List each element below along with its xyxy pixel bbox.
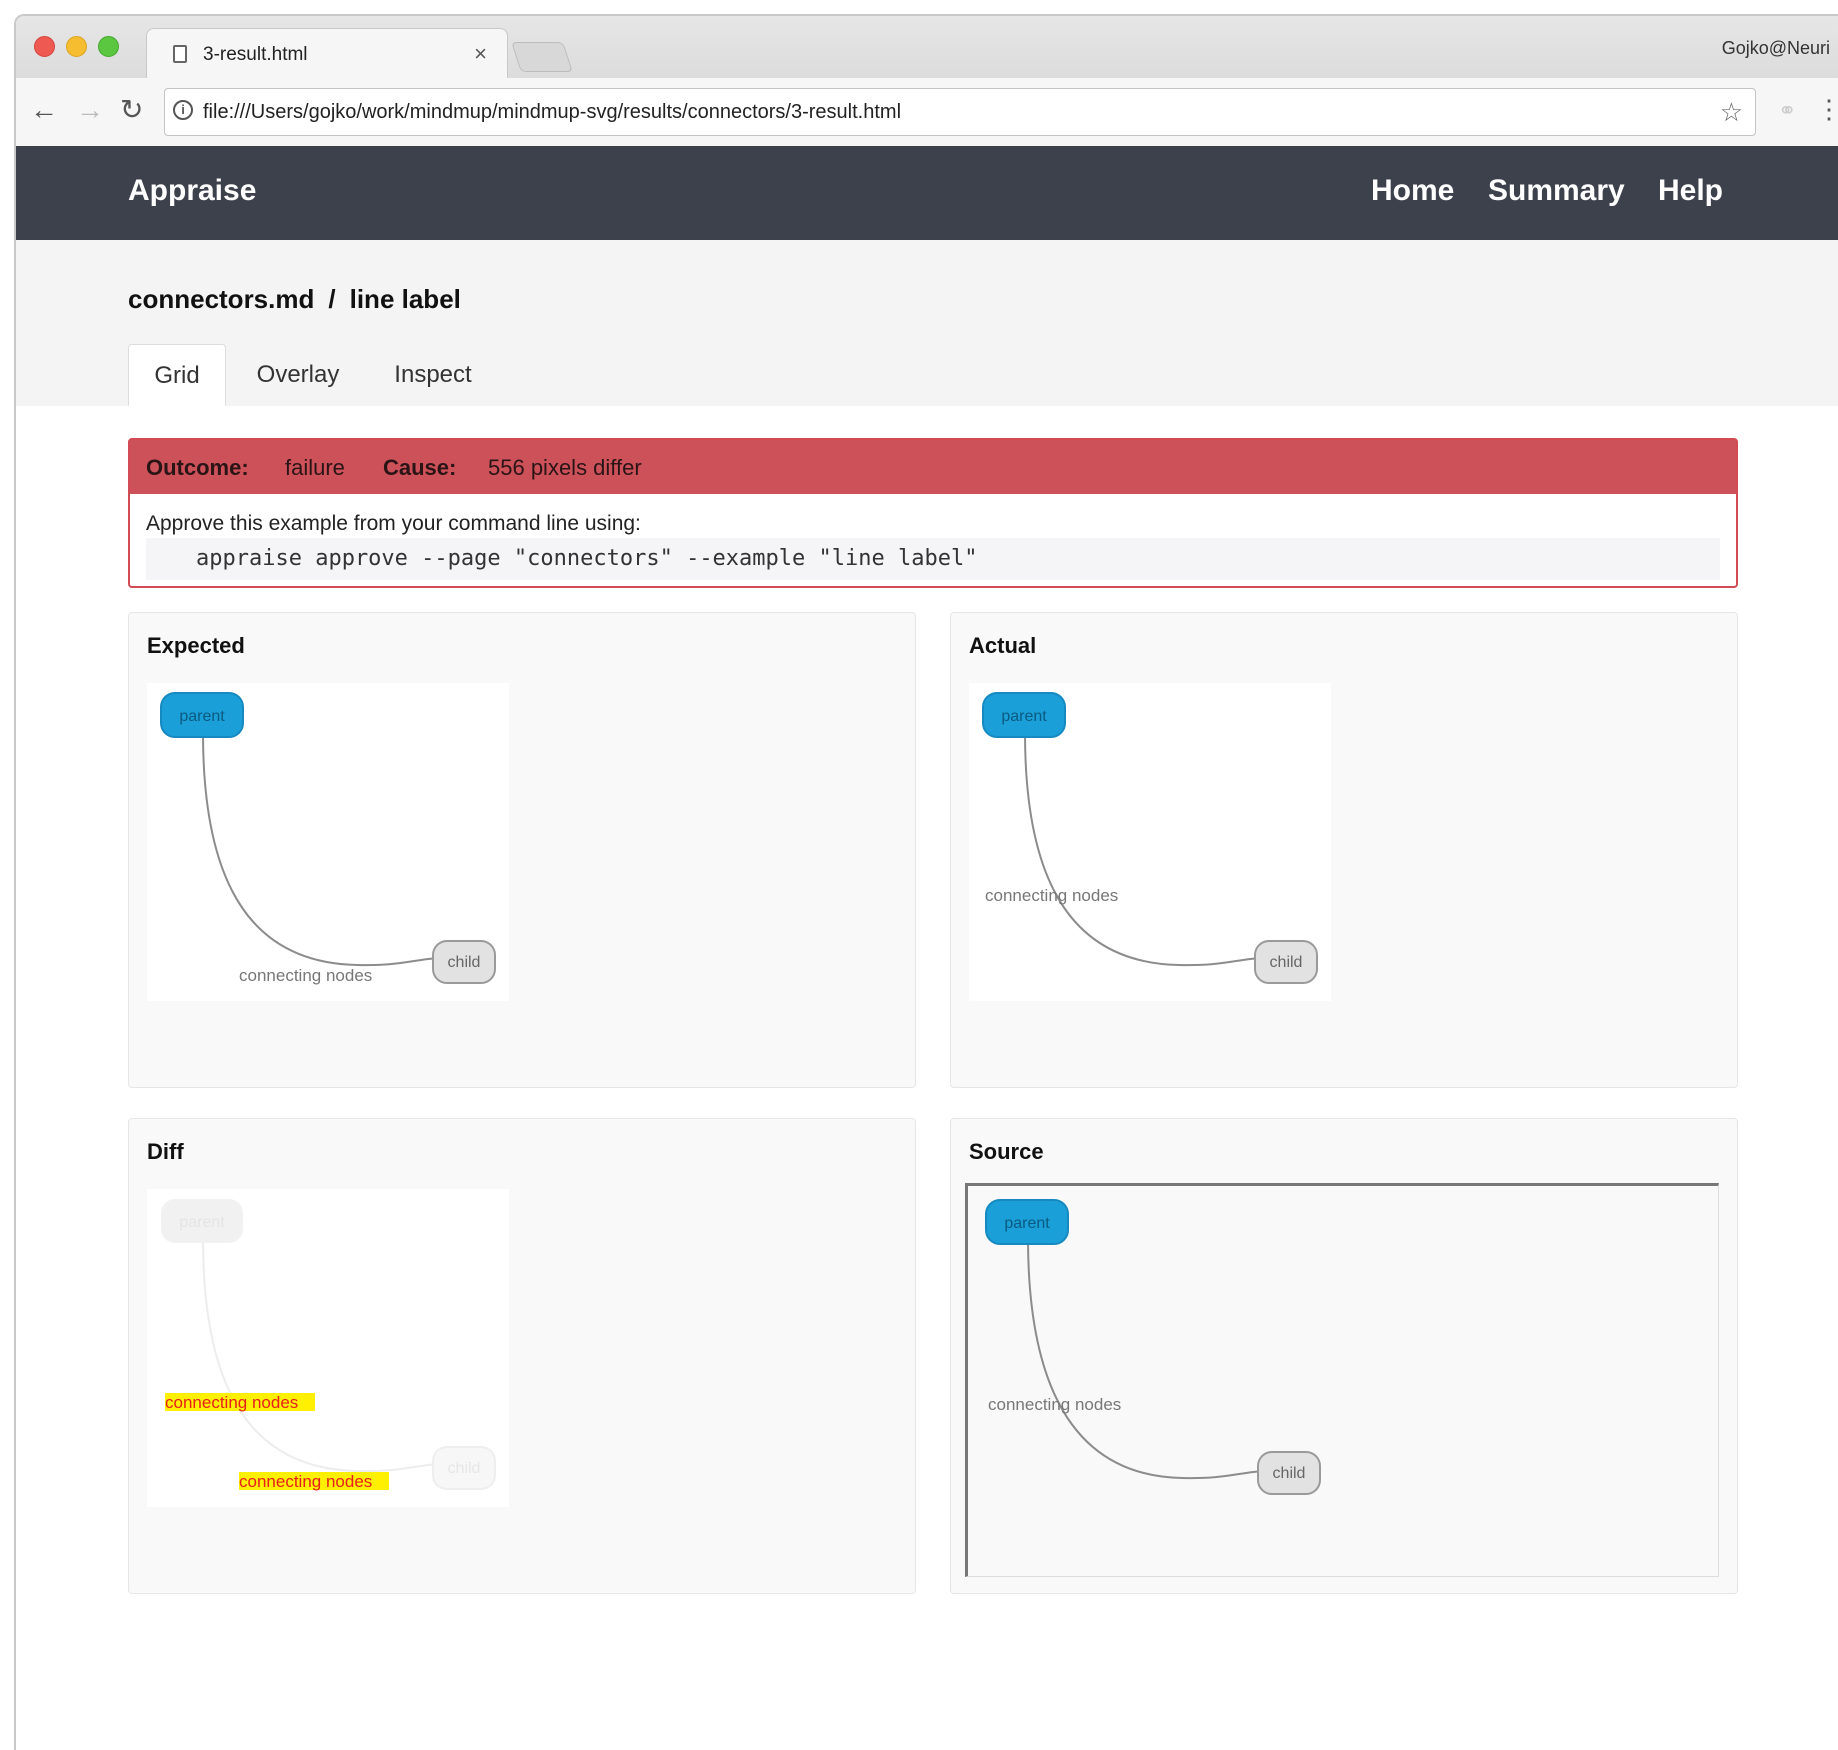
outcome-alert: Outcome: failure Cause: 556 pixels diffe… [128, 438, 1738, 588]
expected-mindmap: parent child connecting nodes [160, 692, 496, 985]
nav-summary-link[interactable]: Summary [1488, 174, 1625, 208]
browser-tab-title: 3-result.html [203, 44, 308, 65]
breadcrumb: connectors.md / line label [128, 284, 461, 315]
diff-panel: Diff parent child connecting nodes conne… [128, 1118, 916, 1594]
breadcrumb-example: line label [349, 284, 461, 314]
expected-panel: Expected parent child connecting nodes [128, 612, 916, 1088]
connector-line [202, 1238, 438, 1473]
file-icon [173, 45, 187, 63]
address-bar[interactable]: i file:///Users/gojko/work/mindmup/mindm… [164, 88, 1756, 136]
diff-title: Diff [147, 1139, 184, 1164]
tab-overlay[interactable]: Overlay [238, 344, 358, 406]
new-tab-button[interactable] [511, 42, 573, 72]
zoom-window-button[interactable] [98, 36, 119, 57]
actual-title: Actual [969, 633, 1037, 658]
forward-arrow-icon[interactable]: → [76, 96, 104, 124]
nav-help-link[interactable]: Help [1658, 174, 1723, 208]
close-tab-icon[interactable]: × [474, 41, 487, 67]
diff-image: parent child connecting nodes connecting… [147, 1189, 509, 1507]
star-icon[interactable]: ☆ [1720, 97, 1743, 128]
minimize-window-button[interactable] [66, 36, 87, 57]
tab-grid[interactable]: Grid [128, 344, 226, 406]
diff-label-expected: connecting nodes [239, 1472, 372, 1491]
tab-inspect[interactable]: Inspect [368, 344, 498, 406]
nav-home-link[interactable]: Home [1371, 174, 1454, 208]
connector-line [202, 732, 438, 967]
diff-mindmap: parent child connecting nodes connecting… [161, 1199, 496, 1491]
child-node-label: child [448, 1460, 481, 1477]
connector-line [1027, 1237, 1263, 1480]
expected-image: parent child connecting nodes [147, 683, 509, 1001]
outcome-label: Outcome: [146, 455, 249, 480]
browser-titlebar: 3-result.html × Gojko@Neuri [16, 16, 1838, 81]
child-node-label: child [1270, 954, 1303, 971]
brand-logo[interactable]: Appraise [128, 174, 256, 208]
info-icon[interactable]: i [173, 100, 193, 120]
expected-title: Expected [147, 633, 245, 658]
actual-panel: Actual parent child connecting nodes [950, 612, 1738, 1088]
page-header: connectors.md / line label Grid Overlay In… [16, 240, 1838, 407]
back-arrow-icon[interactable]: ← [30, 96, 58, 124]
cause-value: 556 pixels differ [488, 455, 642, 480]
source-title: Source [969, 1139, 1044, 1164]
extension-icon[interactable]: ⚭ [1778, 98, 1796, 124]
cause-label: Cause: [383, 455, 457, 480]
child-node-label: child [448, 954, 481, 971]
outcome-bar: Outcome: failure Cause: 556 pixels diffe… [130, 440, 1736, 494]
url-text[interactable]: file:///Users/gojko/work/mindmup/mindmup… [203, 101, 901, 124]
browser-tab[interactable]: 3-result.html × [146, 28, 508, 81]
outcome-value: failure [285, 455, 345, 480]
browser-toolbar: ← → ↻ i file:///Users/gojko/work/mindmup… [16, 78, 1838, 147]
menu-icon[interactable]: ⋮ [1816, 94, 1838, 125]
approve-instructions: Approve this example from your command l… [146, 512, 641, 535]
connector-label: connecting nodes [988, 1395, 1121, 1414]
page: Appraise Home Summary Help connectors.md… [16, 146, 1838, 1750]
connector-label: connecting nodes [239, 966, 372, 985]
parent-node-label: parent [179, 708, 225, 725]
source-panel: Source parent child connecting nodes [950, 1118, 1738, 1594]
actual-mindmap: parent child connecting nodes [982, 692, 1318, 984]
reload-icon[interactable]: ↻ [120, 96, 143, 124]
source-mindmap: parent child connecting nodes [985, 1199, 1321, 1495]
parent-node-label: parent [1004, 1215, 1050, 1232]
breadcrumb-page[interactable]: connectors.md [128, 284, 314, 314]
browser-window: 3-result.html × Gojko@Neuri ← → ↻ i file… [14, 14, 1838, 1750]
breadcrumb-separator: / [328, 284, 336, 314]
close-window-button[interactable] [34, 36, 55, 57]
app-navbar: Appraise Home Summary Help [16, 146, 1838, 240]
child-node-label: child [1273, 1465, 1306, 1482]
actual-image: parent child connecting nodes [969, 683, 1331, 1001]
connector-line [1024, 732, 1260, 967]
connector-label: connecting nodes [985, 886, 1118, 905]
profile-name[interactable]: Gojko@Neuri [1722, 38, 1830, 59]
source-frame[interactable]: parent child connecting nodes [965, 1183, 1719, 1577]
parent-node-label: parent [179, 1214, 225, 1231]
parent-node-label: parent [1001, 708, 1047, 725]
approve-command[interactable]: appraise approve --page "connectors" --e… [146, 538, 1720, 580]
diff-label-actual: connecting nodes [165, 1393, 298, 1412]
result-content: Outcome: failure Cause: 556 pixels diffe… [16, 406, 1838, 1750]
